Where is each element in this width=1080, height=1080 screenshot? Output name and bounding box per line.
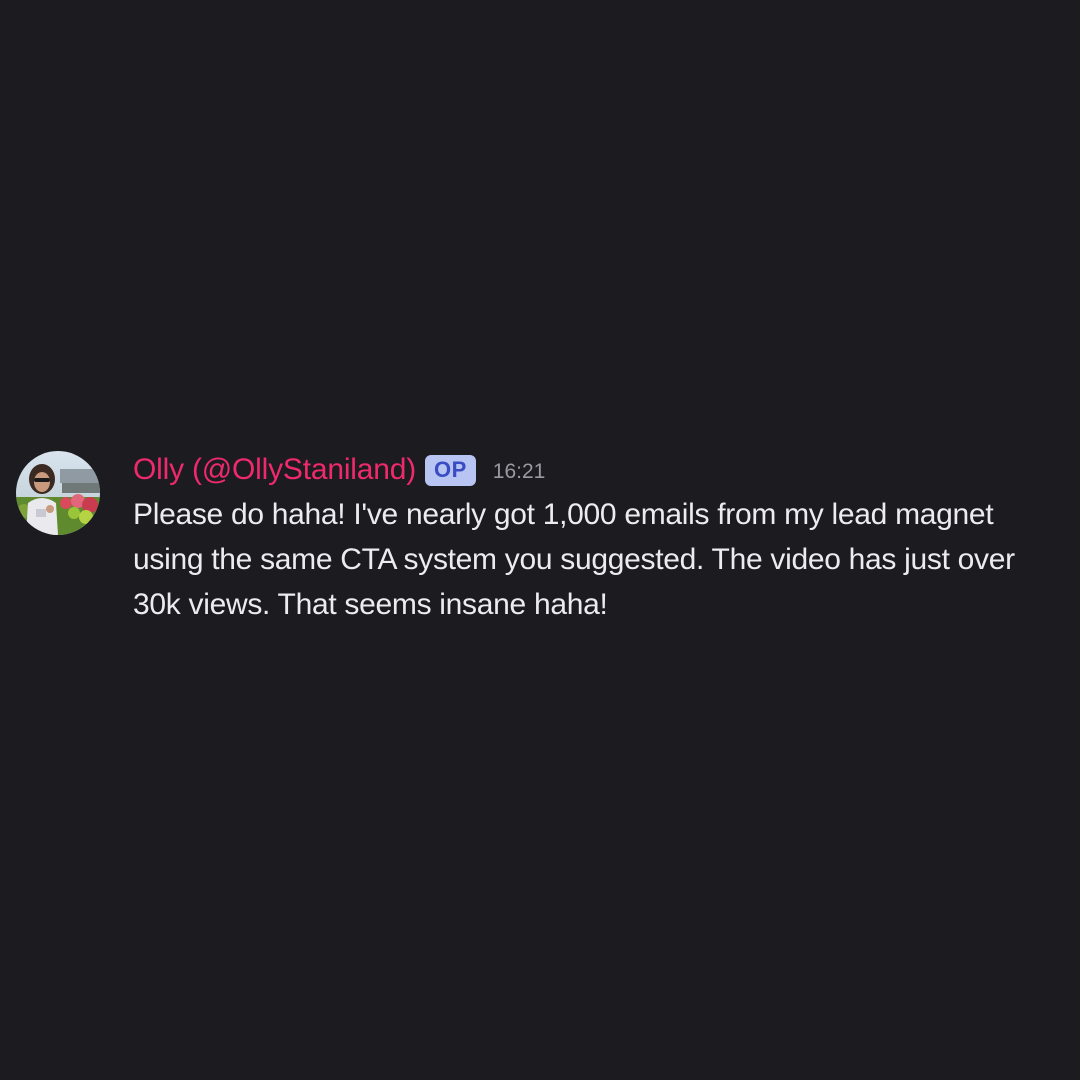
author-name[interactable]: Olly (@OllyStaniland) — [133, 453, 416, 487]
chat-message: Olly (@OllyStaniland) OP 16:21 Please do… — [16, 450, 1066, 627]
message-header: Olly (@OllyStaniland) OP 16:21 — [133, 450, 1068, 490]
message-text: Please do haha! I've nearly got 1,000 em… — [133, 498, 1015, 621]
message-content: Olly (@OllyStaniland) OP 16:21 Please do… — [133, 450, 1068, 627]
message-timestamp[interactable]: 16:21 — [493, 456, 546, 484]
avatar[interactable] — [16, 451, 100, 535]
op-badge: OP — [425, 454, 476, 486]
user-photo-avatar-icon — [16, 451, 100, 535]
